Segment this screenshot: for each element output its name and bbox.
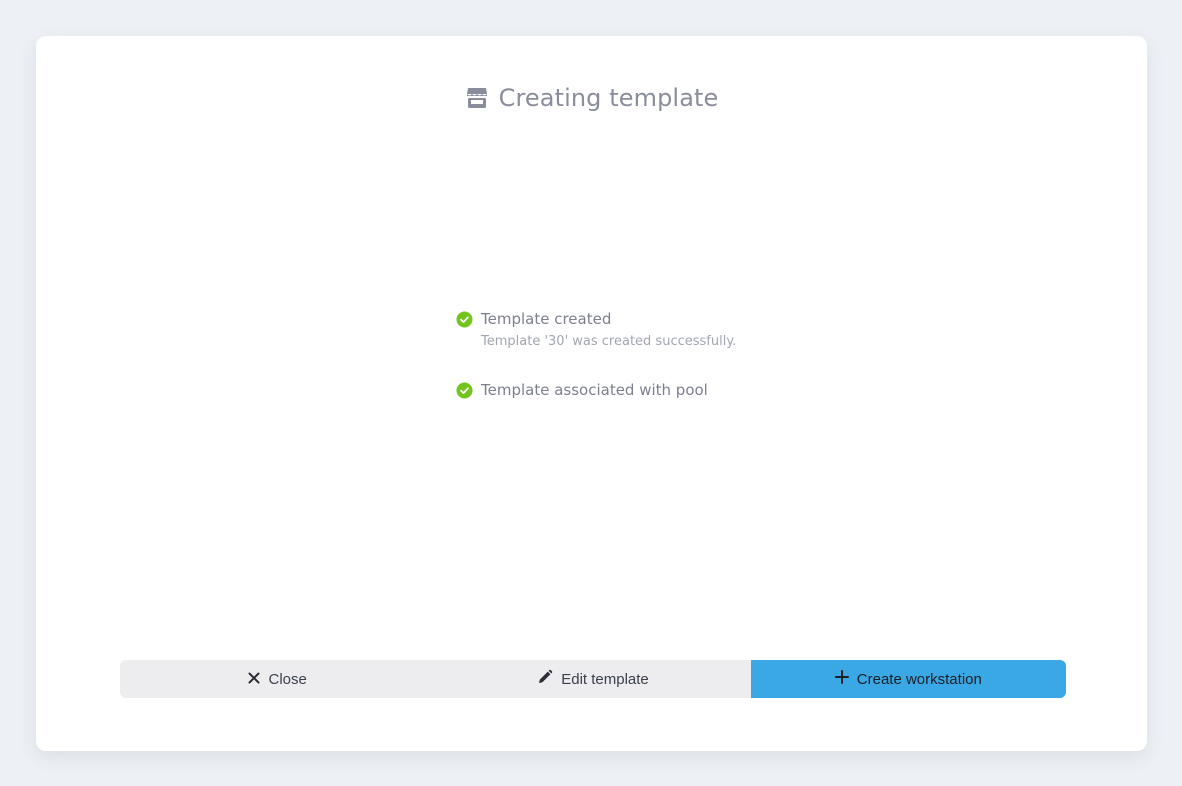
create-template-modal: Creating template Template created Templ… bbox=[36, 36, 1147, 751]
close-button[interactable]: Close bbox=[120, 660, 436, 698]
edit-template-button-label: Edit template bbox=[561, 670, 649, 688]
step-template-created: Template created Template '30' was creat… bbox=[456, 310, 736, 349]
modal-header: Creating template bbox=[36, 84, 1147, 112]
plus-icon bbox=[834, 670, 849, 688]
close-icon bbox=[248, 671, 260, 688]
store-icon bbox=[465, 86, 489, 110]
create-workstation-button[interactable]: Create workstation bbox=[750, 660, 1066, 698]
step-label: Template created bbox=[481, 310, 612, 328]
close-button-label: Close bbox=[268, 670, 307, 688]
edit-template-button[interactable]: Edit template bbox=[435, 660, 751, 698]
modal-title: Creating template bbox=[498, 84, 719, 112]
check-circle-icon bbox=[456, 382, 473, 399]
progress-steps: Template created Template '30' was creat… bbox=[456, 310, 736, 431]
pencil-icon bbox=[537, 669, 553, 689]
modal-footer: Close Edit template Create workstation bbox=[120, 660, 1066, 698]
step-label: Template associated with pool bbox=[481, 381, 708, 399]
step-template-associated: Template associated with pool bbox=[456, 381, 736, 399]
create-workstation-button-label: Create workstation bbox=[856, 670, 982, 688]
step-detail: Template '30' was created successfully. bbox=[481, 334, 737, 349]
check-circle-icon bbox=[456, 311, 473, 328]
